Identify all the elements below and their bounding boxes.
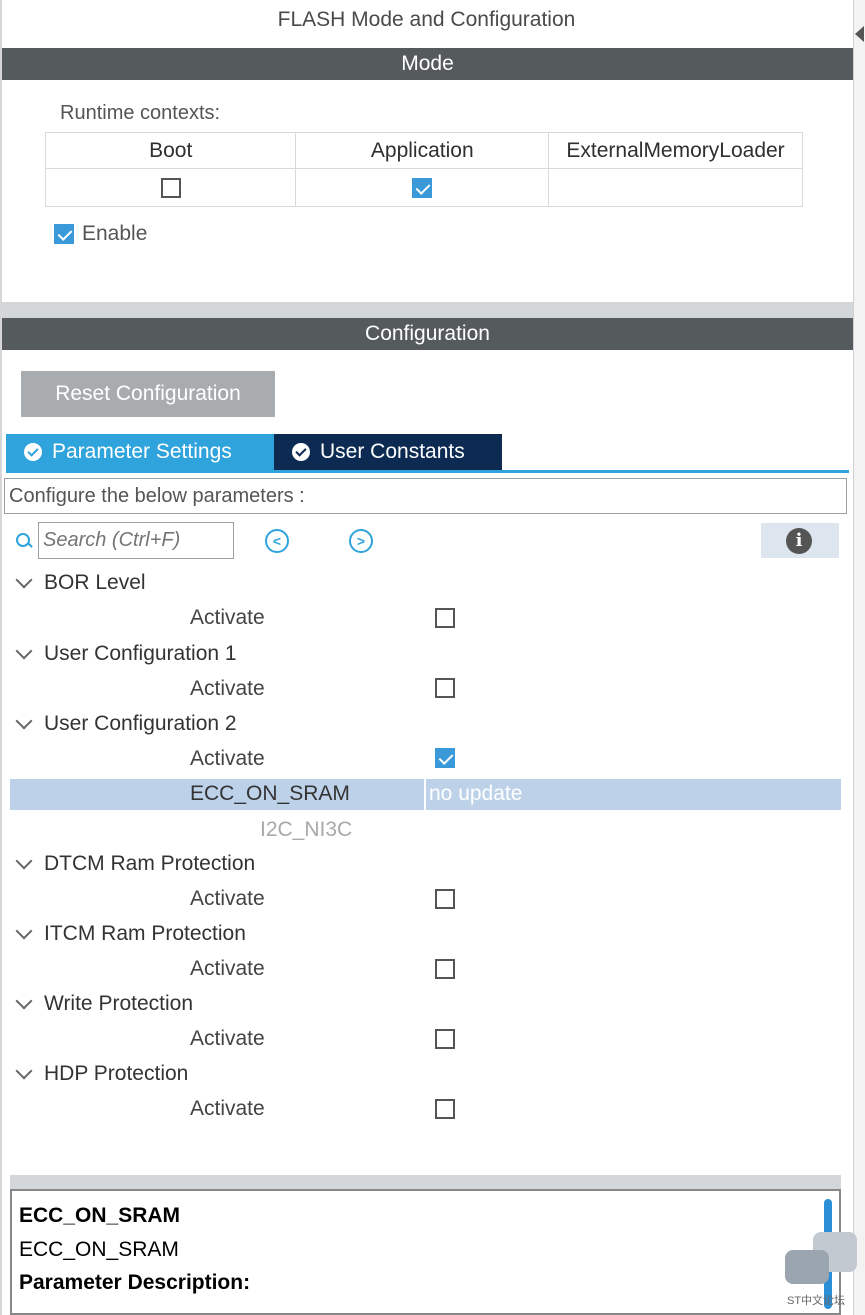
group-label: Write Protection [44,992,193,1015]
chat-bubble-icon [785,1250,829,1284]
search-input[interactable] [38,522,234,559]
chevron-down-icon[interactable] [15,852,33,870]
configure-description: Configure the below parameters : [4,478,847,514]
chevron-down-icon[interactable] [15,571,33,589]
enable-checkbox[interactable] [54,224,74,244]
configuration-header: Configuration [2,318,853,350]
user-configuration-1-activate-checkbox[interactable] [435,678,455,698]
bor-level-activate-checkbox[interactable] [435,608,455,628]
reset-configuration-button[interactable]: Reset Configuration [21,371,275,417]
boot-context-checkbox[interactable] [160,177,181,198]
section-separator[interactable] [2,302,853,318]
panel-splitter[interactable] [853,0,865,1315]
ecc-on-sram-label: ECC_ON_SRAM [190,782,350,805]
mode-header: Mode [2,48,853,80]
application-context-checkbox[interactable] [412,177,433,198]
tab-user-constants-label: User Constants [320,440,465,463]
column-divider [424,779,426,810]
param-label-activate: Activate [190,1097,265,1120]
group-user-configuration-1[interactable]: User Configuration 1 [14,642,237,666]
info-button[interactable]: i [761,523,839,558]
group-bor-level[interactable]: BOR Level [14,571,146,595]
check-circle-icon [292,443,310,461]
chevron-down-icon[interactable] [15,712,33,730]
circle-chevron-right-icon[interactable]: > [349,529,373,553]
tab-parameter-settings[interactable]: Parameter Settings [6,434,274,470]
selected-param-row[interactable]: ECC_ON_SRAM no update [10,779,841,810]
description-subtitle: ECC_ON_SRAM [19,1238,179,1261]
write-protection-activate-checkbox[interactable] [435,1029,455,1049]
group-label: User Configuration 1 [44,642,237,665]
watermark-text: ST中文论坛 [787,1295,846,1307]
panel-title: FLASH Mode and Configuration [277,8,576,31]
group-label: DTCM Ram Protection [44,852,256,875]
ecc-on-sram-value[interactable]: no update [429,782,522,806]
search-icon [14,531,34,551]
description-title: ECC_ON_SRAM [19,1204,181,1227]
i2c-ni3c-label: I2C_NI3C [260,818,353,841]
forum-watermark: ST中文论坛 [785,1232,857,1312]
enable-row[interactable]: Enable [54,222,147,246]
context-cell-external-memory-loader [548,168,803,207]
check-circle-icon [24,443,42,461]
group-label: HDP Protection [44,1062,189,1085]
chevron-down-icon[interactable] [15,992,33,1010]
hdp-protection-activate-checkbox[interactable] [435,1099,455,1119]
group-label: BOR Level [44,571,146,594]
tab-underline [6,470,849,473]
chevron-down-icon[interactable] [15,642,33,660]
description-heading: Parameter Description: [19,1271,251,1294]
user-configuration-2-activate-checkbox[interactable] [435,748,455,768]
itcm-ram-protection-activate-checkbox[interactable] [435,959,455,979]
tab-user-constants[interactable]: User Constants [274,434,502,470]
group-dtcm-ram-protection[interactable]: DTCM Ram Protection [14,852,255,876]
group-hdp-protection[interactable]: HDP Protection [14,1062,188,1086]
runtime-contexts-table: Boot Application ExternalMemoryLoader [44,132,803,207]
chevron-down-icon[interactable] [15,1062,33,1080]
dtcm-ram-protection-activate-checkbox[interactable] [435,889,455,909]
enable-label: Enable [82,222,148,245]
param-label-activate: Activate [190,887,265,910]
group-label: User Configuration 2 [44,712,237,735]
param-label-activate: Activate [190,677,265,700]
collapse-arrow-icon[interactable] [855,26,864,42]
group-write-protection[interactable]: Write Protection [14,992,193,1016]
context-header-boot: Boot [44,132,297,169]
chevron-down-icon[interactable] [15,922,33,940]
description-splitter[interactable] [10,1175,841,1189]
context-header-external-memory-loader: ExternalMemoryLoader [548,132,803,169]
tab-parameter-settings-label: Parameter Settings [52,440,232,463]
info-icon: i [786,528,812,554]
param-label-activate: Activate [190,1027,265,1050]
param-label-activate: Activate [190,747,265,770]
group-itcm-ram-protection[interactable]: ITCM Ram Protection [14,922,246,946]
config-tabs: Parameter Settings User Constants [6,434,502,470]
group-label: ITCM Ram Protection [44,922,246,945]
circle-chevron-left-icon[interactable]: < [265,529,289,553]
context-header-application: Application [295,132,550,169]
search-bar [14,522,234,559]
context-cell-application [295,168,550,207]
param-label-activate: Activate [190,957,265,980]
description-panel: ECC_ON_SRAM ECC_ON_SRAM Parameter Descri… [10,1189,841,1315]
context-cell-boot [44,168,297,207]
param-label-activate: Activate [190,606,265,629]
group-user-configuration-2[interactable]: User Configuration 2 [14,712,237,736]
runtime-contexts-label: Runtime contexts: [60,102,221,124]
